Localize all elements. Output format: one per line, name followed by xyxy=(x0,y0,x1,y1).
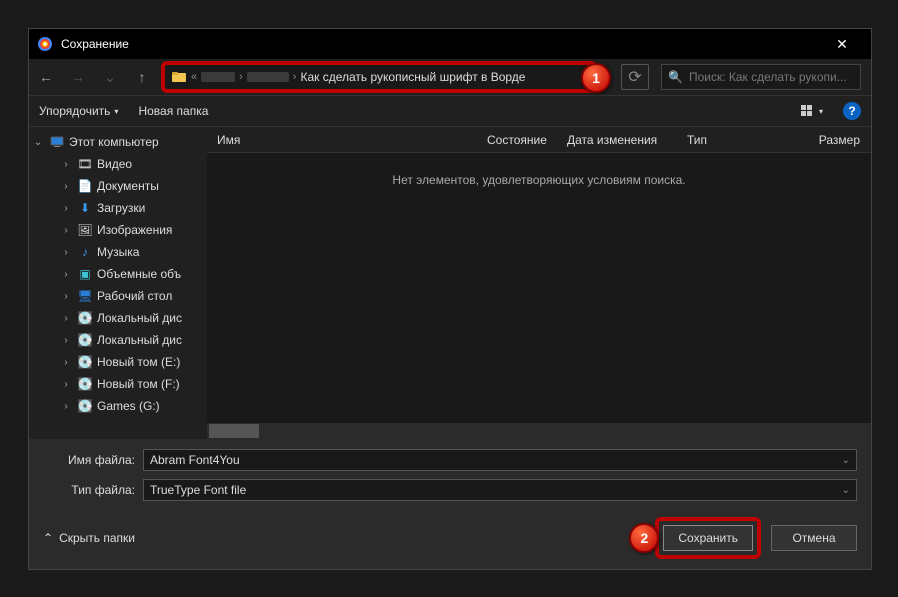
expand-icon[interactable]: › xyxy=(59,335,73,346)
drive-icon: 💽 xyxy=(77,398,93,414)
expand-icon[interactable]: › xyxy=(59,291,73,302)
music-icon: ♪ xyxy=(77,244,93,260)
search-input[interactable]: 🔍 Поиск: Как сделать рукопи... xyxy=(661,64,861,90)
column-type[interactable]: Тип xyxy=(677,133,787,147)
tree-item-disk-e[interactable]: ›💽Новый том (E:) xyxy=(29,351,207,373)
expand-icon[interactable]: › xyxy=(59,159,73,170)
toolbar: Упорядочить▾ Новая папка ▾ ? xyxy=(29,95,871,127)
expand-icon[interactable]: › xyxy=(59,247,73,258)
tree-root-this-pc[interactable]: ⌄ Этот компьютер xyxy=(29,131,207,153)
titlebar: Сохранение ✕ xyxy=(29,29,871,59)
tree-item-3d[interactable]: ›▣Объемные объ xyxy=(29,263,207,285)
expand-icon[interactable]: › xyxy=(59,313,73,324)
footer: Имя файла: Abram Font4You ⌄ Тип файла: T… xyxy=(29,439,871,569)
computer-icon xyxy=(49,134,65,150)
tree-item-disk-f[interactable]: ›💽Новый том (F:) xyxy=(29,373,207,395)
sidebar: ⌄ Этот компьютер ›🎞Видео ›📄Документы ›⬇З… xyxy=(29,127,207,439)
tree-item-pictures[interactable]: ›🖼Изображения xyxy=(29,219,207,241)
breadcrumb-redacted xyxy=(201,72,235,82)
save-dialog: Сохранение ✕ ← → ⌄ ↑ « › › Как сделать р… xyxy=(28,28,872,570)
column-date[interactable]: Дата изменения xyxy=(557,133,677,147)
file-list-area: Имя Состояние Дата изменения Тип Размер … xyxy=(207,127,871,439)
view-options-button[interactable]: ▾ xyxy=(801,105,823,117)
window-title: Сохранение xyxy=(61,37,821,51)
filetype-row: Тип файла: TrueType Font file ⌄ xyxy=(43,479,857,501)
expand-icon[interactable]: › xyxy=(59,181,73,192)
scrollbar-thumb[interactable] xyxy=(209,424,259,438)
filetype-select[interactable]: TrueType Font file ⌄ xyxy=(143,479,857,501)
tree-item-downloads[interactable]: ›⬇Загрузки xyxy=(29,197,207,219)
expand-icon[interactable]: › xyxy=(59,269,73,280)
empty-message: Нет элементов, удовлетворяющих условиям … xyxy=(207,153,871,423)
search-placeholder: Поиск: Как сделать рукопи... xyxy=(689,70,847,84)
expand-icon[interactable]: › xyxy=(59,401,73,412)
expand-icon[interactable]: › xyxy=(59,225,73,236)
help-button[interactable]: ? xyxy=(843,102,861,120)
tree-item-documents[interactable]: ›📄Документы xyxy=(29,175,207,197)
column-size[interactable]: Размер xyxy=(787,133,871,147)
nav-bar: ← → ⌄ ↑ « › › Как сделать рукописный шри… xyxy=(29,59,871,95)
dialog-body: ⌄ Этот компьютер ›🎞Видео ›📄Документы ›⬇З… xyxy=(29,127,871,439)
hide-folders-button[interactable]: ⌃ Скрыть папки xyxy=(43,531,135,545)
forward-button[interactable]: → xyxy=(65,64,91,90)
expand-icon[interactable]: › xyxy=(59,357,73,368)
cancel-button[interactable]: Отмена xyxy=(771,525,857,551)
desktop-icon: 🖥 xyxy=(77,288,93,304)
document-icon: 📄 xyxy=(77,178,93,194)
drive-icon: 💽 xyxy=(77,376,93,392)
tree-item-disk-c[interactable]: ›💽Локальный дис xyxy=(29,307,207,329)
picture-icon: 🖼 xyxy=(77,222,93,238)
horizontal-scrollbar[interactable] xyxy=(207,423,871,439)
tree-item-disk-d[interactable]: ›💽Локальный дис xyxy=(29,329,207,351)
annotation-badge-2: 2 xyxy=(629,523,659,553)
tree-item-disk-g[interactable]: ›💽Games (G:) xyxy=(29,395,207,417)
filename-label: Имя файла: xyxy=(43,453,135,467)
chevron-down-icon[interactable]: ⌄ xyxy=(842,485,850,496)
action-row: ⌃ Скрыть папки 2 Сохранить Отмена xyxy=(43,509,857,559)
expand-icon[interactable]: › xyxy=(59,379,73,390)
chevron-up-icon: ⌃ xyxy=(43,531,53,545)
chevron-right-icon: › xyxy=(239,71,243,83)
filename-row: Имя файла: Abram Font4You ⌄ xyxy=(43,449,857,471)
cube-icon: ▣ xyxy=(77,266,93,282)
up-button[interactable]: ↑ xyxy=(129,64,155,90)
recent-dropdown[interactable]: ⌄ xyxy=(97,64,123,90)
chevron-down-icon[interactable]: ⌄ xyxy=(842,455,850,466)
organize-button[interactable]: Упорядочить▾ xyxy=(39,104,118,118)
save-highlight: 2 Сохранить xyxy=(655,517,761,559)
chevron-right-icon: › xyxy=(293,71,297,83)
column-name[interactable]: Имя xyxy=(207,133,477,147)
app-icon xyxy=(37,36,53,52)
tree-item-music[interactable]: ›♪Музыка xyxy=(29,241,207,263)
column-state[interactable]: Состояние xyxy=(477,133,557,147)
folder-icon xyxy=(171,69,187,85)
refresh-button[interactable]: ⟳ xyxy=(621,64,649,90)
close-button[interactable]: ✕ xyxy=(821,29,863,59)
new-folder-button[interactable]: Новая папка xyxy=(138,104,208,118)
download-icon: ⬇ xyxy=(77,200,93,216)
back-button[interactable]: ← xyxy=(33,64,59,90)
save-button[interactable]: Сохранить xyxy=(663,525,753,551)
drive-icon: 💽 xyxy=(77,354,93,370)
tree-item-desktop[interactable]: ›🖥Рабочий стол xyxy=(29,285,207,307)
address-bar[interactable]: « › › Как сделать рукописный шрифт в Вор… xyxy=(161,61,597,93)
filename-input[interactable]: Abram Font4You ⌄ xyxy=(143,449,857,471)
drive-icon: 💽 xyxy=(77,332,93,348)
annotation-badge-1: 1 xyxy=(581,63,611,93)
breadcrumb-redacted xyxy=(247,72,289,82)
filetype-label: Тип файла: xyxy=(43,483,135,497)
search-icon: 🔍 xyxy=(668,70,683,84)
column-headers: Имя Состояние Дата изменения Тип Размер xyxy=(207,127,871,153)
expand-icon[interactable]: › xyxy=(59,203,73,214)
video-icon: 🎞 xyxy=(77,156,93,172)
drive-icon: 💽 xyxy=(77,310,93,326)
tree-item-video[interactable]: ›🎞Видео xyxy=(29,153,207,175)
collapse-icon[interactable]: ⌄ xyxy=(31,137,45,148)
breadcrumb-prefix: « xyxy=(191,71,197,83)
breadcrumb-current[interactable]: Как сделать рукописный шрифт в Ворде xyxy=(300,70,525,84)
